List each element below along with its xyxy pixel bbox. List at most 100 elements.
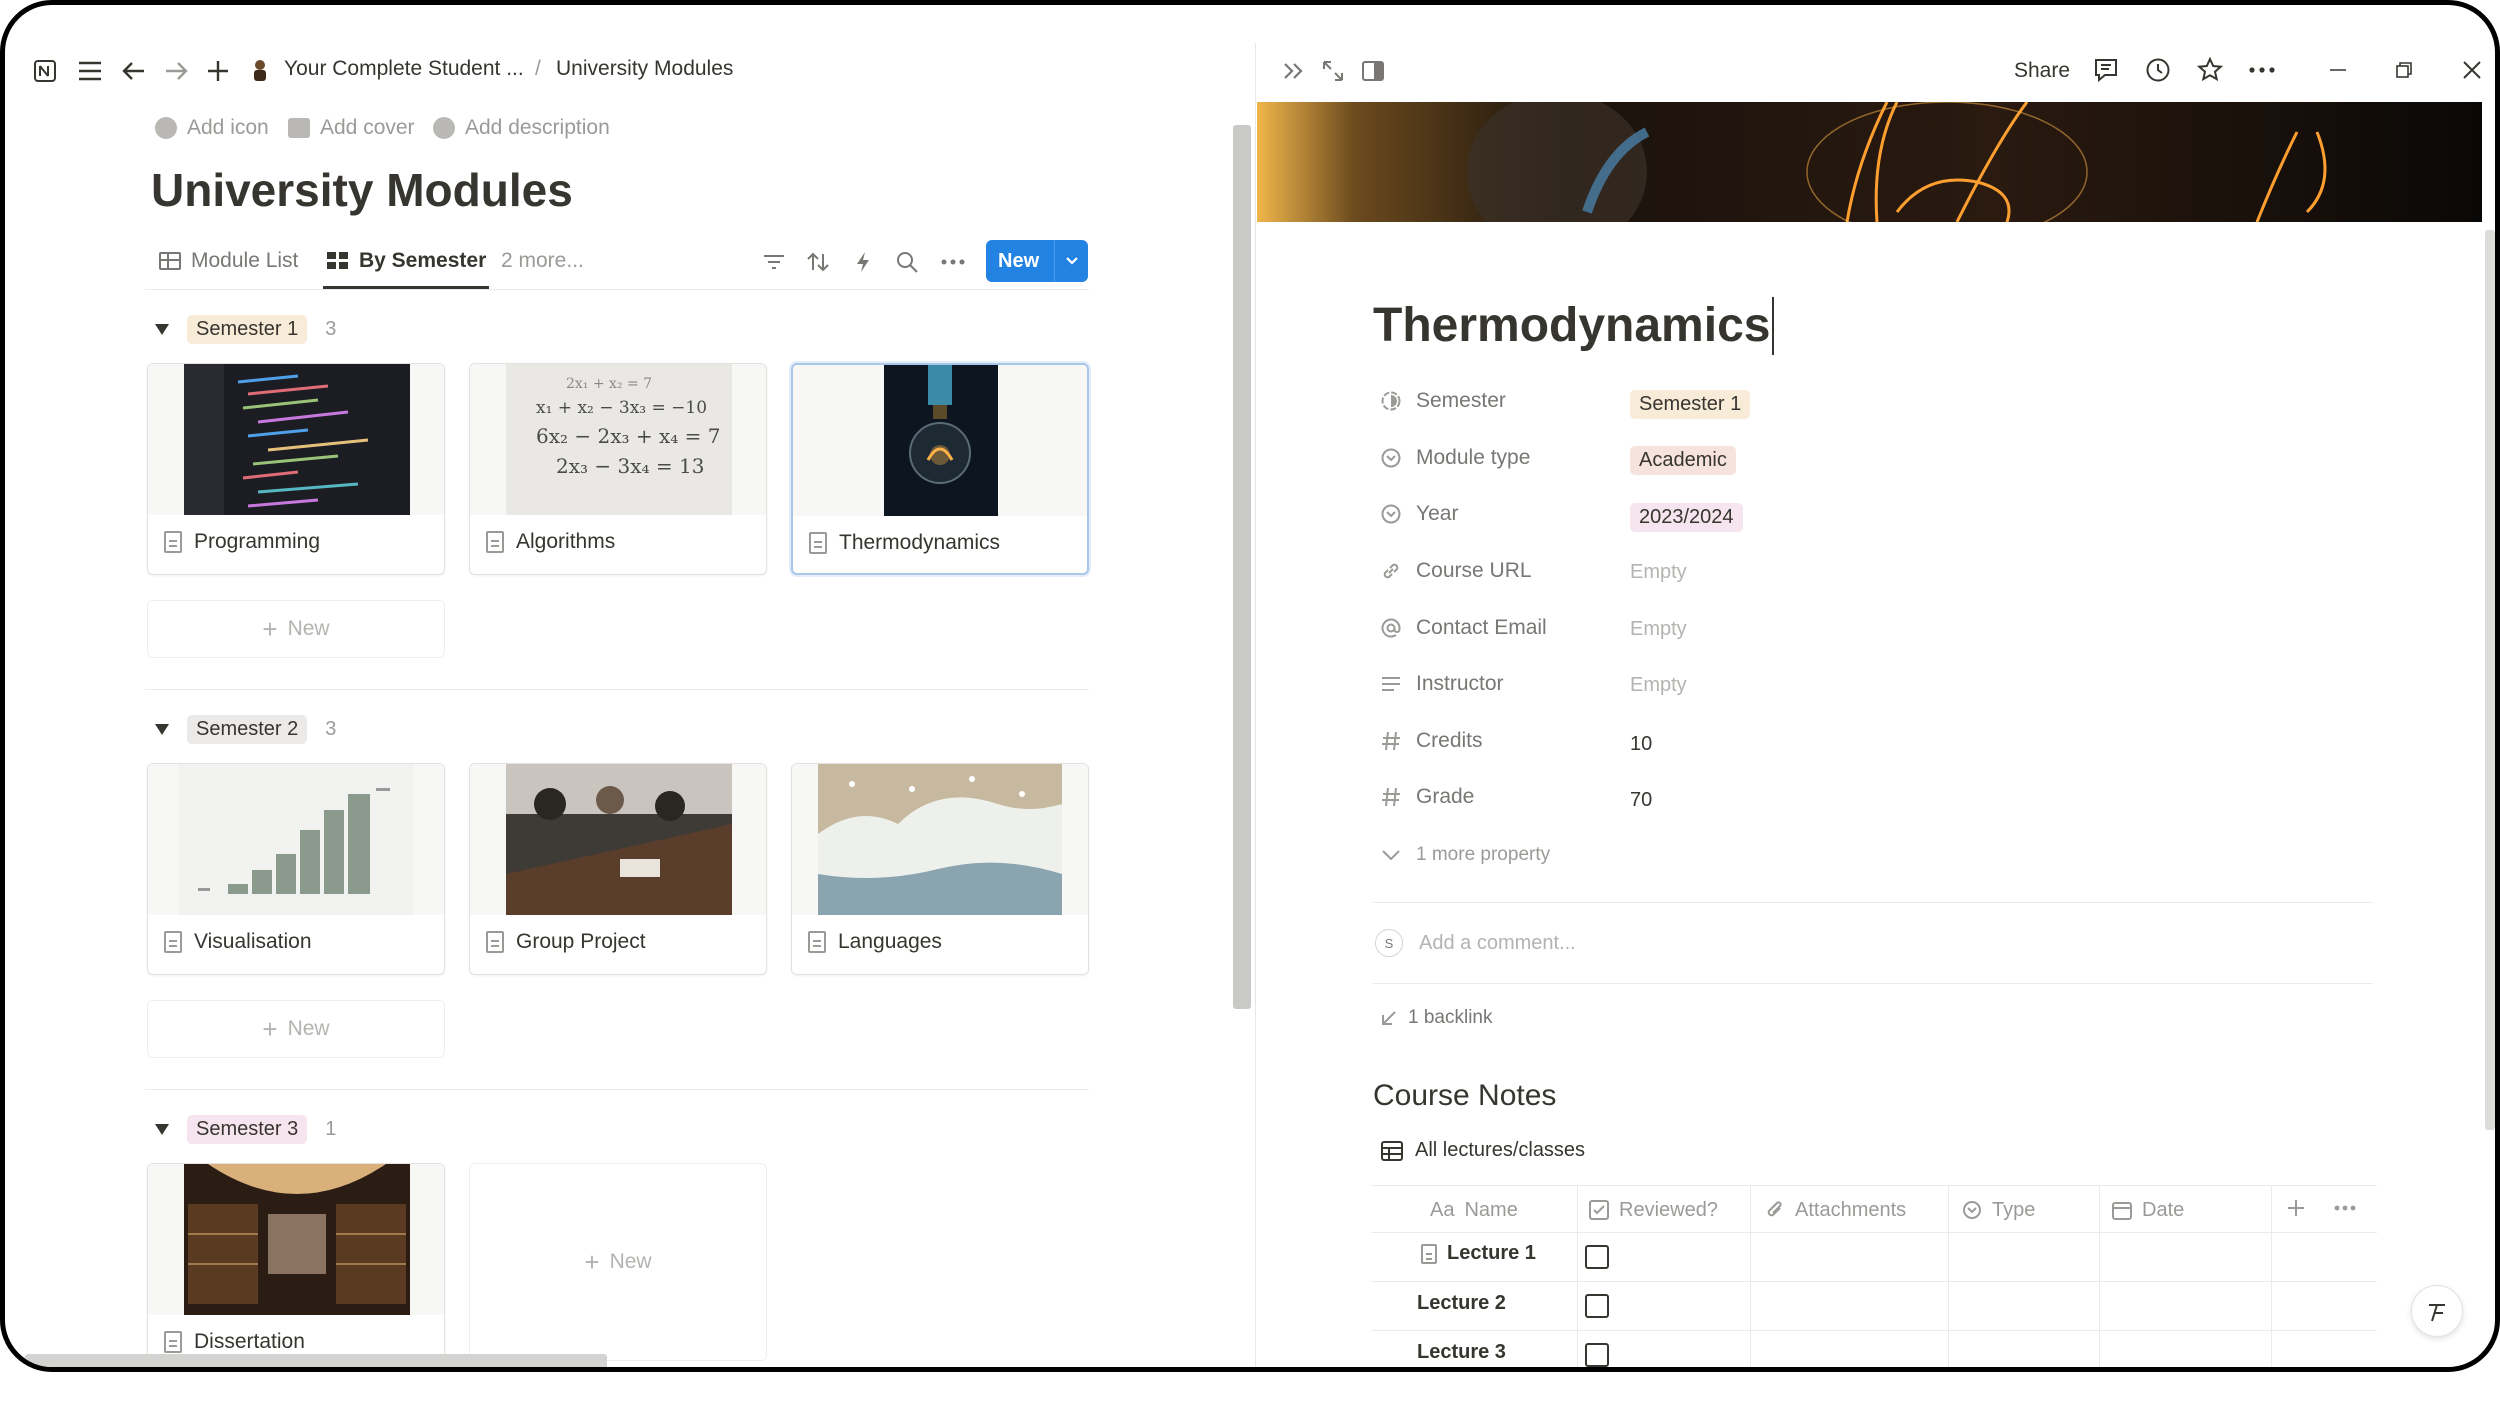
breadcrumb-parent[interactable]: Your Complete Student ... [284,57,524,81]
property-instructor[interactable]: Instructor [1380,672,1504,696]
page-cover-image[interactable] [1257,102,2482,222]
close-window-icon[interactable] [2457,55,2487,85]
property-value-credits[interactable]: 10 [1630,733,1652,756]
property-year[interactable]: Year [1380,502,1458,526]
add-description-button[interactable]: Add description [433,116,610,140]
add-cover-button[interactable]: Add cover [288,116,415,140]
more-properties-toggle[interactable]: 1 more property [1380,844,1550,866]
new-card-button[interactable]: + New [147,600,445,658]
breadcrumb-current[interactable]: University Modules [556,57,733,81]
backlinks-button[interactable]: 1 backlink [1380,1007,1493,1029]
column-header-type[interactable]: Type [1962,1188,2035,1232]
table-row-name[interactable]: Lecture 2 [1417,1292,1506,1315]
close-peek-icon[interactable] [1279,57,1309,85]
property-value-contact-email[interactable]: Empty [1630,618,1687,641]
database-title[interactable]: University Modules [151,163,573,217]
pane-splitter[interactable] [1255,43,1256,1367]
property-module-type[interactable]: Module type [1380,446,1530,470]
favorite-star-icon[interactable] [2195,55,2225,85]
comment-row[interactable]: S Add a comment... [1375,929,1576,957]
filter-icon[interactable] [761,249,787,275]
peek-scrollbar-thumb[interactable] [2485,230,2495,1130]
comment-input[interactable]: Add a comment... [1419,932,1576,955]
property-semester[interactable]: Semester [1380,389,1506,413]
column-label: Date [2142,1198,2185,1221]
new-button-label: New [998,249,1040,272]
card-visualisation[interactable]: Visualisation [147,763,445,975]
add-column-icon[interactable] [2283,1195,2309,1221]
chevron-down-icon[interactable] [1055,256,1088,266]
side-peek-icon[interactable] [1359,57,1387,85]
column-header-name[interactable]: Aa Name [1430,1188,1518,1232]
add-description-label: Add description [465,116,610,139]
add-icon-button[interactable]: Add icon [155,116,269,140]
vertical-scrollbar-thumb[interactable] [1233,125,1251,1009]
history-clock-icon[interactable] [2143,55,2173,85]
card-algorithms[interactable]: 2x₁ + x₂ = 7 x₁ + x₂ − 3x₃ = −10 6x₂ − 2… [469,363,767,575]
equation-line: 6x₂ − 2x₃ + x₄ = 7 [536,424,721,448]
tab-module-list[interactable]: Module List [159,249,298,273]
tab-more-views[interactable]: 2 more... [501,249,584,273]
more-options-icon[interactable] [2247,55,2277,85]
share-button[interactable]: Share [2014,59,2070,83]
property-value-module-type[interactable]: Academic [1630,446,1736,475]
horizontal-scrollbar-thumb[interactable] [25,1354,607,1367]
restore-window-icon[interactable] [2389,55,2419,85]
add-page-icon[interactable] [203,57,233,85]
comment-icon[interactable] [2091,55,2121,85]
property-value-course-url[interactable]: Empty [1630,561,1687,584]
table-more-icon[interactable] [2331,1195,2359,1221]
property-credits[interactable]: Credits [1380,729,1483,753]
breadcrumb-separator: / [535,57,541,80]
table-row-name[interactable]: Lecture 1 [1421,1242,1536,1265]
property-course-url[interactable]: Course URL [1380,559,1532,583]
new-card-button[interactable]: + New [469,1163,767,1361]
property-value-semester[interactable]: Semester 1 [1630,390,1751,419]
column-header-attachments[interactable]: Attachments [1765,1188,1906,1232]
card-thermodynamics[interactable]: Thermodynamics [791,363,1089,575]
inline-database-title[interactable]: All lectures/classes [1381,1139,1585,1162]
new-card-button[interactable]: + New [147,1000,445,1058]
property-value-year[interactable]: 2023/2024 [1630,503,1743,532]
collapse-toggle-icon[interactable] [155,724,169,735]
card-group-project[interactable]: Group Project [469,763,767,975]
reviewed-checkbox[interactable] [1585,1245,1609,1269]
card-dissertation[interactable]: Dissertation [147,1163,445,1361]
reviewed-checkbox[interactable] [1585,1294,1609,1318]
equations-image: 2x₁ + x₂ = 7 x₁ + x₂ − 3x₃ = −10 6x₂ − 2… [506,364,732,515]
group-header-semester-3[interactable]: Semester 3 1 [155,1115,336,1144]
equation-line: 2x₁ + x₂ = 7 [566,376,653,392]
more-options-icon[interactable] [939,249,967,275]
forward-arrow-icon[interactable] [161,57,191,85]
group-header-semester-2[interactable]: Semester 2 3 [155,715,336,744]
notion-logo-icon[interactable] [31,57,59,85]
column-header-reviewed[interactable]: Reviewed? [1589,1188,1718,1232]
card-languages[interactable]: Languages [791,763,1089,975]
new-card-label: New [609,1250,652,1273]
automation-bolt-icon[interactable] [850,249,876,275]
property-contact-email[interactable]: Contact Email [1380,616,1547,640]
back-arrow-icon[interactable] [119,57,149,85]
search-icon[interactable] [894,249,920,275]
property-grade[interactable]: Grade [1380,785,1474,809]
column-header-date[interactable]: Date [2112,1188,2184,1232]
sort-icon[interactable] [805,249,831,275]
table-row-name[interactable]: Lecture 3 [1417,1341,1506,1364]
tab-by-semester[interactable]: By Semester [327,249,486,273]
status-icon [1381,391,1401,411]
card-programming[interactable]: Programming [147,363,445,575]
collapse-toggle-icon[interactable] [155,324,169,335]
group-header-semester-1[interactable]: Semester 1 3 [155,315,336,344]
expand-icon[interactable] [1319,57,1347,85]
reviewed-checkbox[interactable] [1585,1343,1609,1367]
collapse-toggle-icon[interactable] [155,1124,169,1135]
new-button[interactable]: New [986,240,1088,282]
section-heading[interactable]: Course Notes [1373,1079,1556,1113]
page-title[interactable]: Thermodynamics [1373,297,1775,355]
minimize-icon[interactable] [2323,55,2353,85]
help-button[interactable] [2411,1285,2463,1337]
column-label: Reviewed? [1619,1198,1718,1221]
property-value-instructor[interactable]: Empty [1630,674,1687,697]
menu-icon[interactable] [75,57,105,85]
property-value-grade[interactable]: 70 [1630,789,1652,812]
